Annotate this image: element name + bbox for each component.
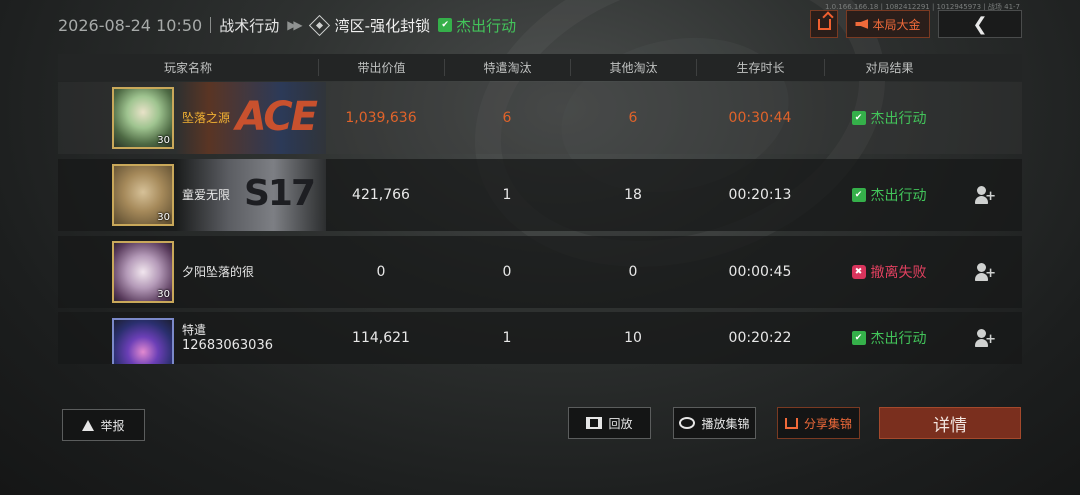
table-row[interactable]: 30 夕阳坠落的很 0 0 0 00:00:45 ✖ 撤离失败 + [58, 236, 1022, 308]
col-survival-time: 生存时长 [696, 59, 824, 76]
result-label: 杰出行动 [870, 188, 927, 204]
round-gold-label: 本局大金 [872, 17, 921, 32]
player-name: 夕阳坠落的很 [182, 236, 254, 308]
player-cell: S17 30 童爱无限 [58, 159, 326, 231]
share-highlights-label: 分享集锦 [803, 416, 852, 431]
match-result-label: 杰出行动 [456, 16, 517, 35]
other-kills: 18 [624, 187, 642, 203]
other-kills: 10 [624, 330, 642, 346]
avatar[interactable]: 30 [112, 164, 174, 226]
speaker-icon [855, 19, 869, 29]
report-label: 举报 [100, 418, 125, 433]
player-name-text: 夕阳坠落的很 [182, 264, 255, 279]
map-icon [308, 14, 330, 36]
thumbs-up-icon: ✔ [851, 111, 866, 125]
highlight-reel-icon [679, 417, 696, 429]
match-result: ✔ 杰出行动 [438, 15, 516, 36]
play-highlights-button[interactable]: 播放集锦 [673, 407, 756, 439]
result-cell: ✔ 杰出行动 [824, 328, 954, 348]
match-datetime: 2026-08-24 10:50 [58, 15, 203, 35]
col-other-kills: 其他淘汰 [570, 59, 696, 76]
player-name-text: 童爱无限 [182, 187, 231, 202]
player-cell: ACE 30 坠落之源 [58, 82, 326, 154]
result-cell: ✔ 杰出行动 [824, 185, 954, 205]
share-icon [784, 417, 798, 429]
match-map: 湾区-强化封锁 [334, 16, 431, 35]
col-extract-value: 带出价值 [318, 59, 444, 76]
table-row[interactable]: 特遣 12683063036 114,621 1 10 00:20:22 ✔ 杰… [58, 312, 1022, 364]
thumbs-up-icon: ✔ [438, 18, 453, 32]
share-highlights-button[interactable]: 分享集锦 [777, 407, 860, 439]
result-label: 杰出行动 [870, 331, 927, 347]
extract-value: 1,039,636 [345, 110, 417, 126]
player-name: 童爱无限 [182, 159, 230, 231]
result-label: 杰出行动 [870, 111, 927, 127]
player-level: 30 [157, 212, 170, 223]
player-name-text: 特遣 [182, 323, 207, 337]
warning-icon [82, 419, 95, 431]
divider [210, 17, 212, 33]
avatar[interactable]: 30 [112, 241, 174, 303]
survival-time: 00:20:13 [728, 187, 792, 203]
result-cell: ✖ 撤离失败 [824, 262, 954, 282]
add-friend-icon: + [975, 329, 997, 347]
col-player-name: 玩家名称 [163, 61, 212, 75]
special-kills: 6 [502, 110, 512, 126]
extract-value: 0 [376, 264, 386, 280]
banner-text: S17 [243, 173, 316, 214]
player-level: 30 [157, 289, 170, 300]
survival-time: 00:00:45 [728, 264, 792, 280]
details-button[interactable]: 详情 [879, 407, 1021, 439]
film-icon [586, 417, 603, 429]
extract-value: 421,766 [352, 187, 410, 203]
player-id-text: 12683063036 [182, 338, 273, 353]
avatar[interactable]: 30 [112, 87, 174, 149]
col-match-result: 对局结果 [824, 59, 954, 76]
player-name-text: 坠落之源 [182, 110, 231, 125]
details-label: 详情 [933, 415, 967, 436]
report-button[interactable]: 举报 [62, 409, 145, 441]
share-button[interactable] [810, 10, 838, 38]
chevron-left-icon: ❮ [972, 13, 988, 35]
avatar[interactable] [112, 318, 174, 364]
player-cell: 30 夕阳坠落的很 [58, 236, 318, 308]
other-kills: 0 [628, 264, 638, 280]
fail-icon: ✖ [851, 265, 866, 279]
player-name: 特遣 12683063036 [182, 312, 273, 364]
table-row[interactable]: ACE 30 坠落之源 1,039,636 6 6 00:30:44 ✔ 杰出行… [58, 82, 1022, 154]
share-icon [817, 18, 831, 30]
survival-time: 00:20:22 [728, 330, 792, 346]
replay-label: 回放 [608, 416, 633, 431]
result-cell: ✔ 杰出行动 [824, 108, 954, 128]
back-button[interactable]: ❮ [938, 10, 1022, 38]
replay-button[interactable]: 回放 [568, 407, 651, 439]
add-friend-button[interactable]: + [954, 186, 1018, 204]
player-level: 30 [157, 135, 170, 146]
result-label: 撤离失败 [870, 265, 927, 281]
thumbs-up-icon: ✔ [851, 331, 866, 345]
banner-text: ACE [235, 94, 318, 140]
table-row[interactable]: S17 30 童爱无限 421,766 1 18 00:20:13 ✔ 杰出行动… [58, 159, 1022, 231]
table-header: 玩家名称 带出价值 特遣淘汰 其他淘汰 生存时长 对局结果 [58, 54, 1022, 81]
other-kills: 6 [628, 110, 638, 126]
col-special-kills: 特遣淘汰 [444, 59, 570, 76]
chevron-right-icon: ▶▶ [287, 18, 303, 32]
play-highlights-label: 播放集锦 [701, 416, 750, 431]
match-header: 2026-08-24 10:50 战术行动 ▶▶ 湾区-强化封锁 ✔ 杰出行动 [58, 10, 516, 40]
special-kills: 0 [502, 264, 512, 280]
extract-value: 114,621 [352, 330, 410, 346]
player-cell: 特遣 12683063036 [58, 312, 318, 364]
add-friend-icon: + [975, 263, 997, 281]
thumbs-up-icon: ✔ [851, 188, 866, 202]
add-friend-button[interactable]: + [954, 263, 1018, 281]
special-kills: 1 [502, 187, 512, 203]
match-mode: 战术行动 [219, 16, 280, 35]
survival-time: 00:30:44 [728, 110, 792, 126]
special-kills: 1 [502, 330, 512, 346]
round-gold-button[interactable]: 本局大金 [846, 10, 930, 38]
add-friend-icon: + [975, 186, 997, 204]
add-friend-button[interactable]: + [954, 329, 1018, 347]
player-name: 坠落之源 [182, 82, 230, 154]
